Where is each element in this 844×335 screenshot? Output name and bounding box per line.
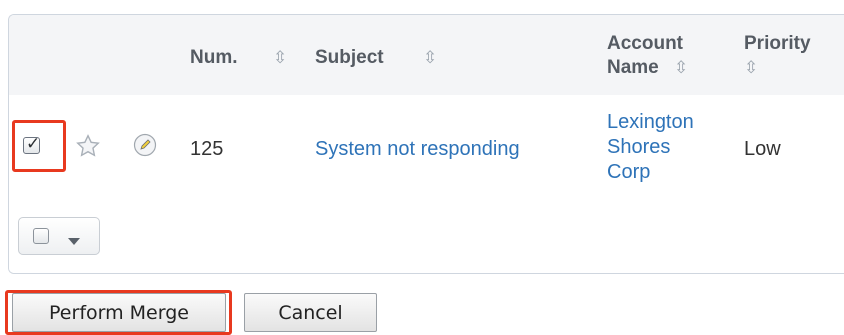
pencil-icon[interactable]	[133, 133, 157, 162]
cell-num: 125	[190, 138, 224, 160]
account-line3: Corp	[607, 161, 651, 183]
merge-records-table: Num. ⇳ Subject ⇳ Account Name ⇳ Priority…	[8, 14, 844, 274]
header-priority[interactable]: Priority ⇳	[744, 32, 811, 80]
caret-down-icon	[68, 233, 80, 251]
sort-num-icon[interactable]: ⇳	[273, 46, 287, 70]
table-header: Num. ⇳ Subject ⇳ Account Name ⇳ Priority…	[9, 15, 844, 96]
account-line2: Shores	[607, 136, 671, 158]
account-name-link[interactable]: Lexington Shores Corp	[607, 110, 694, 185]
sort-subject-icon[interactable]: ⇳	[423, 46, 437, 70]
star-icon[interactable]	[75, 133, 101, 164]
header-account-name[interactable]: Account Name ⇳	[607, 32, 688, 80]
checkmark-icon: ✓	[26, 134, 41, 153]
header-account-name-line2: Name	[607, 57, 659, 78]
account-line1: Lexington	[607, 111, 694, 133]
header-num[interactable]: Num.	[190, 46, 238, 70]
sort-priority-icon[interactable]: ⇳	[744, 58, 758, 77]
row-select-checkbox[interactable]: ✓	[23, 134, 41, 154]
header-subject-label: Subject	[315, 47, 384, 68]
cancel-button[interactable]: Cancel	[244, 293, 377, 332]
perform-merge-button[interactable]: Perform Merge	[12, 293, 226, 332]
header-priority-label: Priority	[744, 33, 811, 54]
header-account-name-line1: Account	[607, 33, 683, 54]
select-all-checkbox[interactable]	[33, 228, 49, 244]
header-num-label: Num.	[190, 47, 238, 68]
subject-link[interactable]: System not responding	[315, 137, 520, 162]
table-row: ✓ 125 System not responding Lexington Sh…	[9, 95, 844, 202]
cell-priority: Low	[744, 138, 781, 160]
header-subject[interactable]: Subject	[315, 46, 384, 70]
mass-select-dropdown[interactable]	[18, 217, 100, 255]
sort-account-icon[interactable]: ⇳	[674, 58, 688, 77]
table-footer	[9, 201, 844, 273]
